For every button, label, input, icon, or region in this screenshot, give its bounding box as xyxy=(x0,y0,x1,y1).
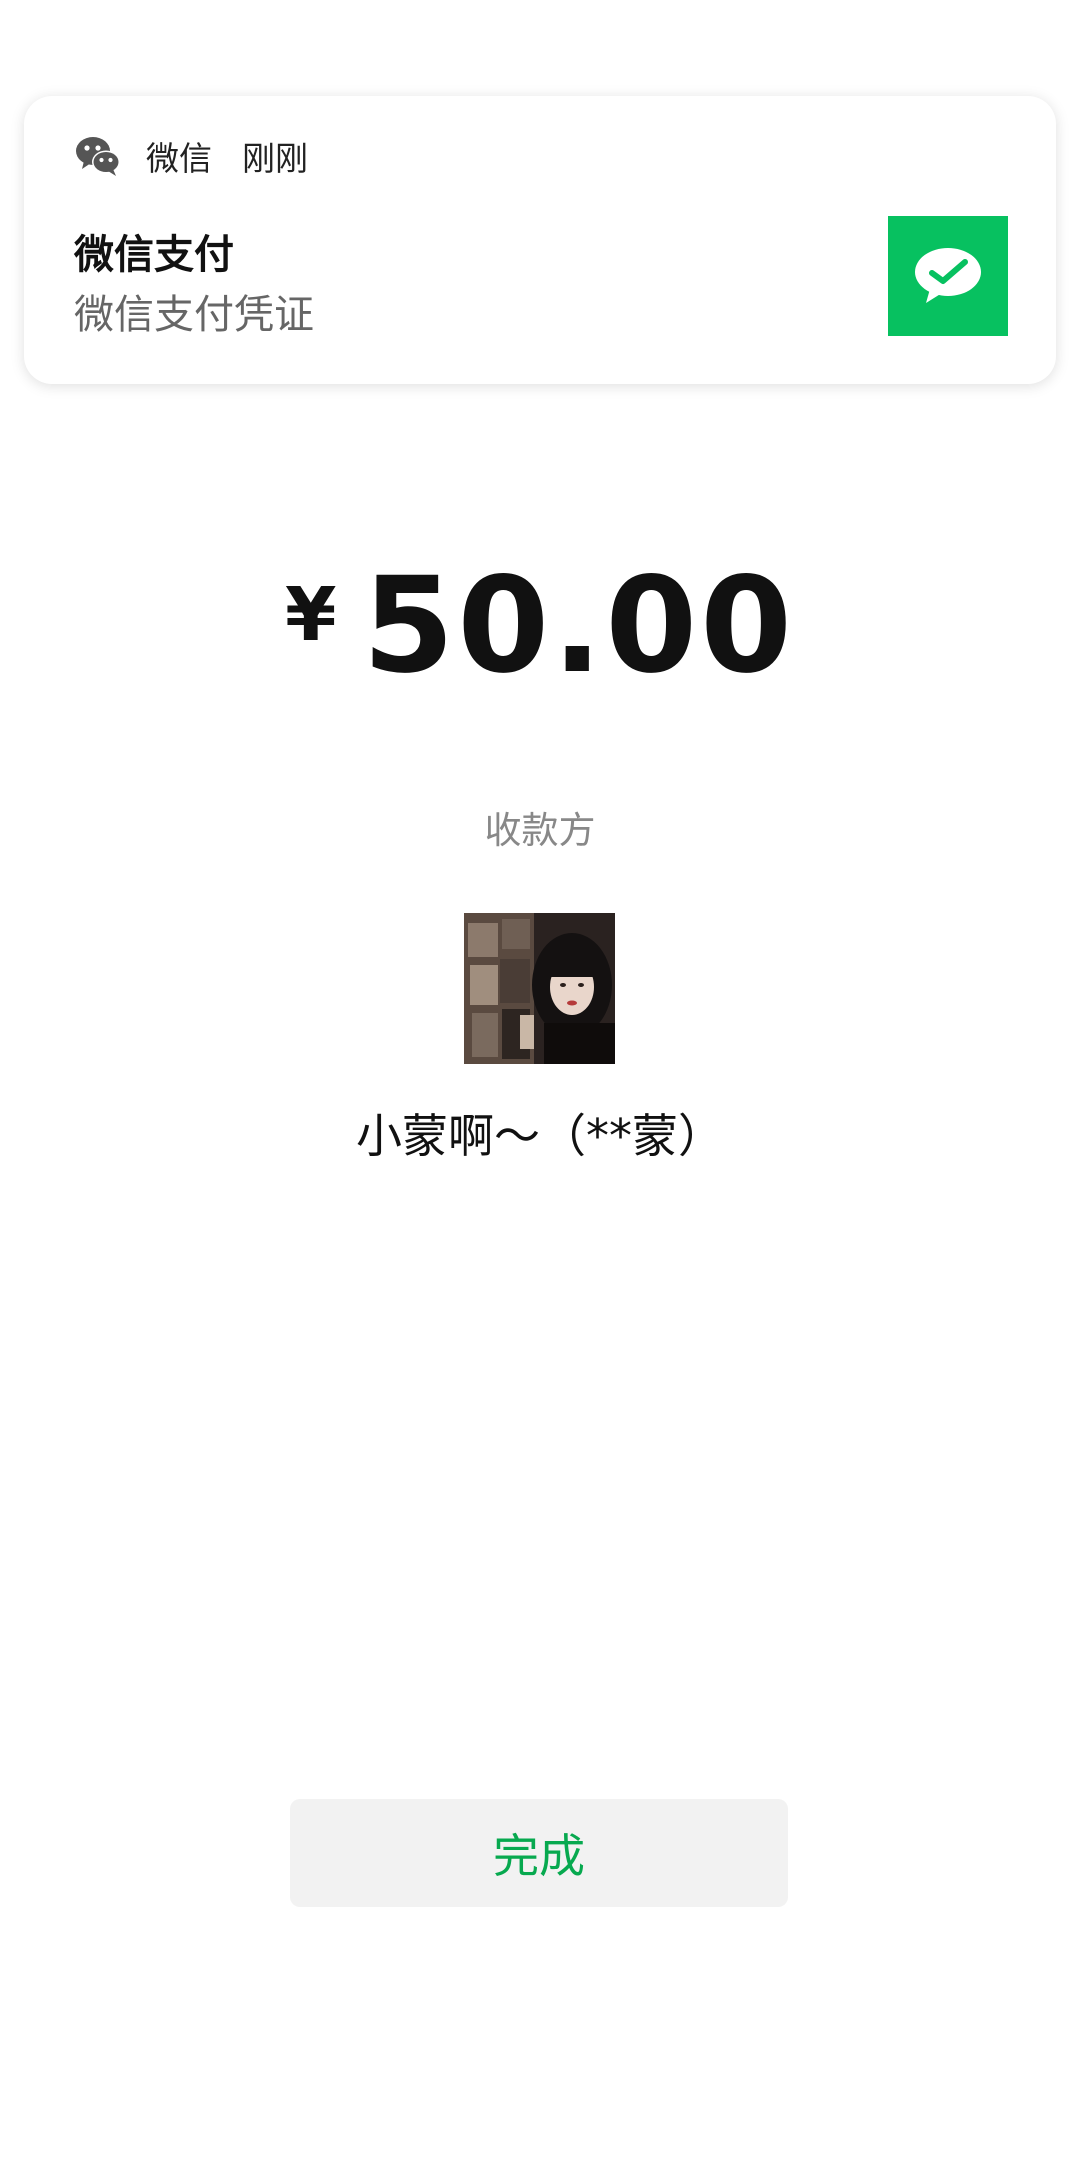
notification-title: 微信支付 xyxy=(74,232,234,278)
notification-body: 微信支付凭证 xyxy=(74,292,314,338)
notification-time: 刚刚 xyxy=(242,139,308,178)
payee-avatar xyxy=(464,913,615,1064)
notification-card[interactable]: 微信 刚刚 微信支付 微信支付凭证 xyxy=(24,96,1056,384)
payment-amount: 50.00 xyxy=(362,549,796,703)
currency-symbol: ¥ xyxy=(284,572,337,658)
notification-header: 微信 刚刚 xyxy=(74,132,308,180)
wechat-pay-icon xyxy=(888,216,1008,336)
payee-label: 收款方 xyxy=(484,809,596,852)
done-button[interactable]: 完成 xyxy=(290,1799,788,1907)
payment-amount-row: ¥ 50.00 xyxy=(0,560,1080,692)
wechat-icon xyxy=(74,132,122,180)
payee-name: 小蒙啊～（**蒙） xyxy=(356,1109,724,1163)
notification-app-name: 微信 xyxy=(146,139,212,178)
